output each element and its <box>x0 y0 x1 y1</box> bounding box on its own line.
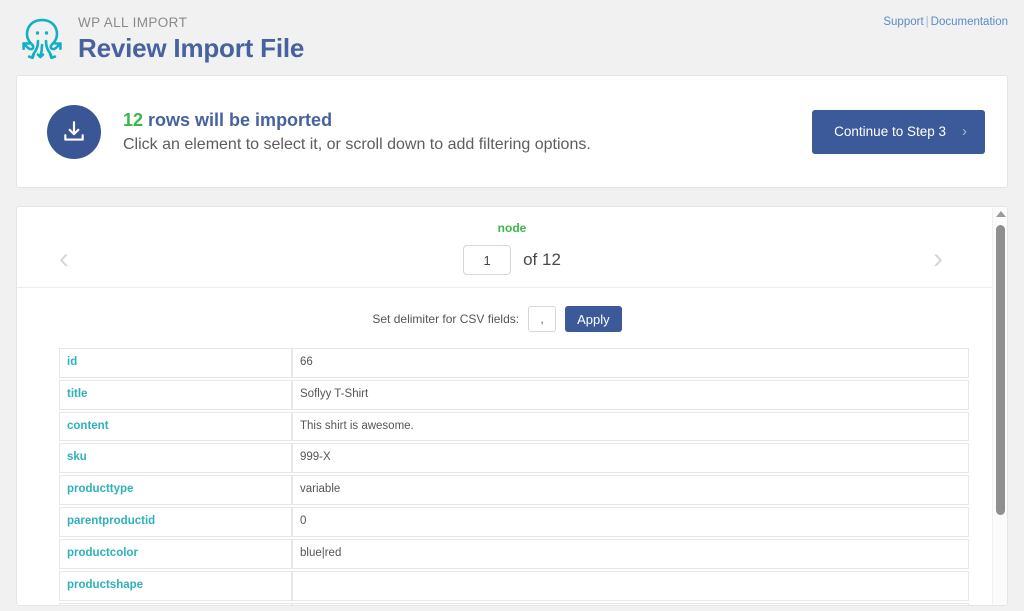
record-navigation: node ‹ › of 12 <box>17 207 1007 288</box>
field-key[interactable]: productcolor <box>59 538 292 569</box>
title-block: WP ALL IMPORT Review Import File <box>78 10 304 62</box>
documentation-link[interactable]: Documentation <box>931 16 1008 28</box>
record-fields-body: id 66 title Soflyy T-Shirt content This shirt… <box>59 348 969 605</box>
import-notice-panel: 12 rows will be imported Click an elemen… <box>16 75 1008 188</box>
delimiter-input[interactable] <box>528 306 557 332</box>
field-key[interactable]: content <box>59 411 292 442</box>
chevron-right-icon: › <box>962 123 967 140</box>
table-row[interactable]: producttype variable <box>59 475 969 506</box>
rows-summary-rest: rows will be imported <box>143 109 333 130</box>
field-key[interactable]: title <box>59 379 292 410</box>
node-label: node <box>497 221 527 235</box>
apply-delimiter-button[interactable]: Apply <box>565 306 622 332</box>
table-row[interactable]: productattributesa:1:{s:8:"pa_color";a:6… <box>59 602 969 605</box>
field-key[interactable]: id <box>59 348 292 378</box>
continue-to-step-3-button[interactable]: Continue to Step 3 › <box>812 109 985 154</box>
header-links: Support | Documentation <box>883 16 1008 28</box>
table-row[interactable]: content This shirt is awesome. <box>59 411 969 442</box>
rows-summary: 12 rows will be imported <box>123 108 812 132</box>
field-key[interactable]: producttype <box>59 475 292 506</box>
record-counter: of 12 <box>17 245 1007 275</box>
table-row[interactable]: sku 999-X <box>59 443 969 474</box>
table-row[interactable]: productshape <box>59 570 969 601</box>
page-title: Review Import File <box>78 32 305 63</box>
record-index-input[interactable] <box>463 245 512 275</box>
continue-button-label: Continue to Step 3 <box>834 124 946 139</box>
field-value[interactable]: This shirt is awesome. <box>292 411 969 442</box>
field-value[interactable]: variable <box>292 475 969 506</box>
field-value[interactable]: 0 <box>292 507 969 537</box>
table-row[interactable]: id 66 <box>59 348 969 378</box>
octopus-logo-icon <box>14 12 70 68</box>
delimiter-controls: Set delimiter for CSV fields: Apply <box>17 288 1007 346</box>
field-value[interactable]: 999-X <box>292 443 969 474</box>
field-key[interactable]: parentproductid <box>59 507 292 537</box>
field-value[interactable]: a:1:{s:8:"pa_color";a:6:{s:4:"name";s:8:… <box>292 602 969 605</box>
field-key[interactable]: productshape <box>59 570 292 601</box>
scrollbar-thumb[interactable] <box>996 225 1005 515</box>
table-row[interactable]: parentproductid 0 <box>59 507 969 537</box>
product-kicker: WP ALL IMPORT <box>78 15 188 30</box>
delimiter-label: Set delimiter for CSV fields: <box>372 312 520 326</box>
scroll-up-arrow-icon[interactable] <box>996 211 1006 217</box>
record-fields-table: id 66 title Soflyy T-Shirt content This shirt… <box>59 346 969 605</box>
preview-panel: node ‹ › of 12 Set delimiter for CSV fie… <box>16 206 1008 606</box>
field-key[interactable]: productattributes <box>59 602 292 605</box>
link-separator: | <box>925 16 929 28</box>
field-value[interactable] <box>292 570 969 601</box>
table-row[interactable]: productcolor blue|red <box>59 538 969 569</box>
rows-count: 12 <box>123 109 144 130</box>
field-value[interactable]: blue|red <box>292 538 969 569</box>
field-key[interactable]: sku <box>59 443 292 474</box>
table-row[interactable]: title Soflyy T-Shirt <box>59 379 969 410</box>
field-value[interactable]: 66 <box>292 348 969 378</box>
notice-instructions: Click an element to select it, or scroll… <box>123 135 591 153</box>
page-header: WP ALL IMPORT Review Import File Support… <box>0 0 1024 75</box>
download-icon <box>47 104 101 159</box>
field-value[interactable]: Soflyy T-Shirt <box>292 379 969 410</box>
preview-scrollbar[interactable] <box>992 207 1007 605</box>
support-link[interactable]: Support <box>883 16 923 28</box>
notice-text: 12 rows will be imported Click an elemen… <box>123 108 812 156</box>
record-total-label: of 12 <box>523 250 561 269</box>
